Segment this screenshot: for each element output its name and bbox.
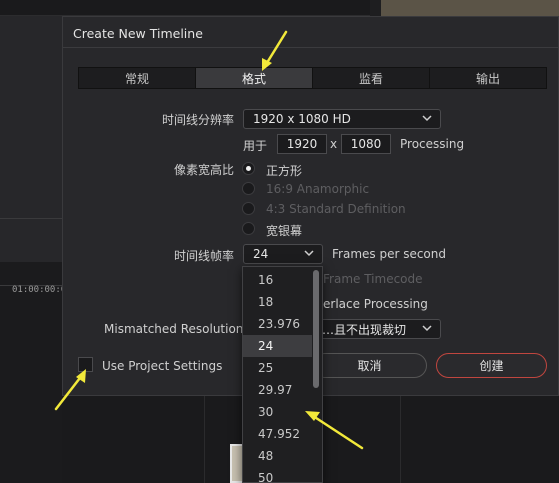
- arrow-icon: [54, 30, 364, 450]
- annotation-arrows: [54, 30, 364, 450]
